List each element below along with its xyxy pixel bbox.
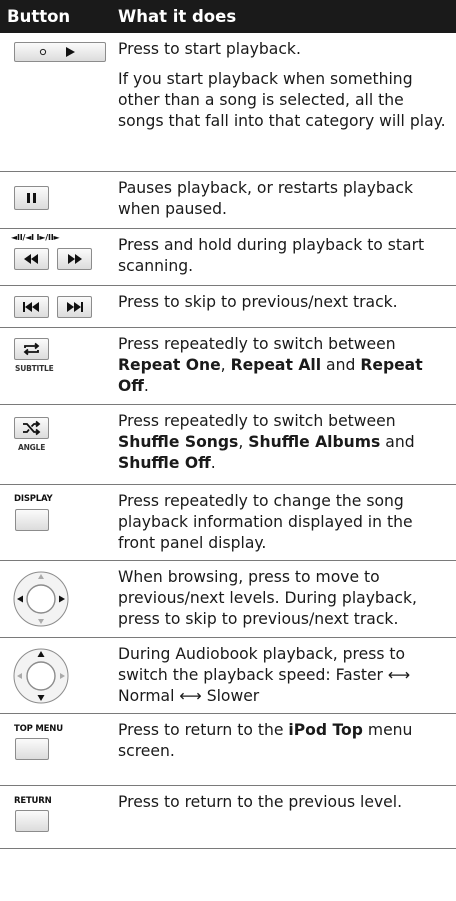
row-description: If you start playback when something oth… [118,70,446,130]
button-table: Button What it does Press to start playb… [0,0,456,849]
scan-reverse-button[interactable] [14,248,49,270]
row-description: When browsing, press to move to previous… [118,568,417,628]
table-row: When browsing, press to move to previous… [0,561,456,638]
row-description: Pauses playback, or restarts playback wh… [118,179,413,218]
top-menu-button[interactable] [15,738,49,760]
row-description: Press to start playback. [118,40,301,58]
table-header: Button What it does [0,0,456,33]
display-label: DISPLAY [14,494,53,504]
top-menu-label: TOP MENU [14,724,63,734]
direction-pad[interactable] [12,569,70,629]
table-row: TOP MENU Press to return to the iPod Top… [0,714,456,786]
table-row: During Audiobook playback, press to swit… [0,638,456,714]
play-button[interactable] [14,42,106,62]
table-row: Press to skip to previous/next track. [0,286,456,328]
table-row: Press to start playback. If you start pl… [0,33,456,172]
row-description: Press repeatedly to switch between Repea… [118,335,423,395]
pause-icon [27,193,36,203]
skip-previous-icon [23,302,39,312]
skip-next-button[interactable] [57,296,92,318]
scan-step-label: ◄II/◄I I►/II► [11,233,60,242]
return-button[interactable] [15,810,49,832]
row-description: Press to return to the previous level. [118,793,403,811]
row-description: Press and hold during playback to start … [118,236,425,275]
repeat-icon [23,342,40,356]
header-what-it-does: What it does [118,7,237,26]
table-row: ANGLE Press repeatedly to switch between… [0,405,456,485]
angle-label: ANGLE [18,443,46,452]
display-button[interactable] [15,509,49,531]
subtitle-label: SUBTITLE [15,364,54,373]
table-row: RETURN Press to return to the previous l… [0,786,456,849]
row-description: During Audiobook playback, press to swit… [118,645,411,705]
rewind-icon [24,254,38,264]
repeat-button[interactable] [14,338,49,360]
row-description: Press to return to the iPod Top menu scr… [118,721,413,760]
table-row: ◄II/◄I I►/II► Press and hold during play… [0,229,456,286]
pause-button[interactable] [14,186,49,210]
table-row: DISPLAY Press repeatedly to change the s… [0,485,456,561]
direction-pad[interactable] [12,646,70,706]
play-icon [39,47,75,57]
return-label: RETURN [14,796,52,806]
header-button: Button [7,7,71,26]
table-row: SUBTITLE Press repeatedly to switch betw… [0,328,456,405]
skip-next-icon [67,302,83,312]
shuffle-icon [23,420,41,436]
row-description: Press repeatedly to change the song play… [118,492,413,552]
row-description: Press to skip to previous/next track. [118,293,398,311]
shuffle-button[interactable] [14,417,49,439]
table-row: Pauses playback, or restarts playback wh… [0,172,456,229]
scan-forward-button[interactable] [57,248,92,270]
fast-forward-icon [68,254,82,264]
row-description: Press repeatedly to switch between Shuff… [118,412,415,472]
skip-previous-button[interactable] [14,296,49,318]
